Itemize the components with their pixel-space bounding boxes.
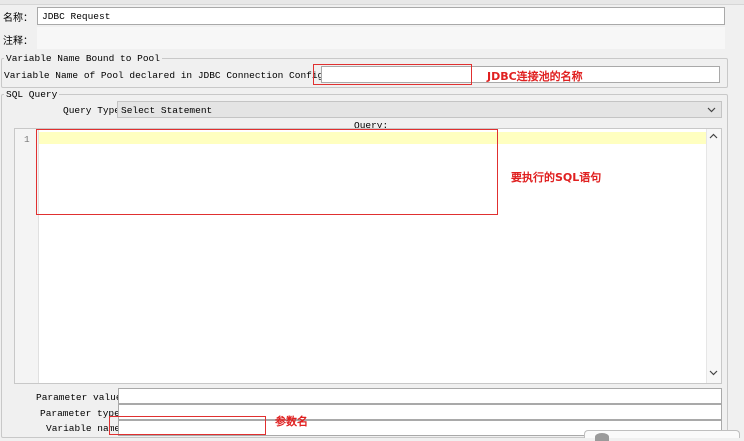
name-input-value: JDBC Request — [42, 11, 111, 22]
pool-annotation-box — [313, 64, 472, 85]
sql-annotation-text: 要执行的SQL语句 — [511, 171, 602, 184]
line-number: 1 — [24, 134, 30, 145]
chevron-down-icon — [707, 105, 716, 117]
scroll-down-icon[interactable] — [709, 368, 718, 380]
query-type-select[interactable]: Select Statement — [117, 101, 722, 118]
name-input[interactable]: JDBC Request — [37, 7, 725, 25]
pool-annotation-text: JDBC连接池的名称 — [487, 70, 583, 83]
varname-annotation-box — [109, 416, 266, 435]
editor-scrollbar[interactable] — [706, 129, 721, 383]
varname-annotation-text: 参数名 — [275, 415, 308, 428]
top-strip — [0, 0, 744, 5]
corner-widget — [584, 430, 740, 441]
name-label: 名称： — [3, 13, 33, 24]
param-values-input[interactable] — [118, 388, 722, 404]
comment-input[interactable] — [37, 27, 725, 49]
comment-label: 注释： — [3, 36, 33, 47]
pool-section-title: Variable Name Bound to Pool — [4, 53, 162, 64]
scroll-up-icon[interactable] — [709, 132, 718, 144]
sql-annotation-box — [36, 129, 498, 215]
sql-section-title: SQL Query — [4, 89, 60, 100]
query-type-value: Select Statement — [121, 105, 213, 116]
